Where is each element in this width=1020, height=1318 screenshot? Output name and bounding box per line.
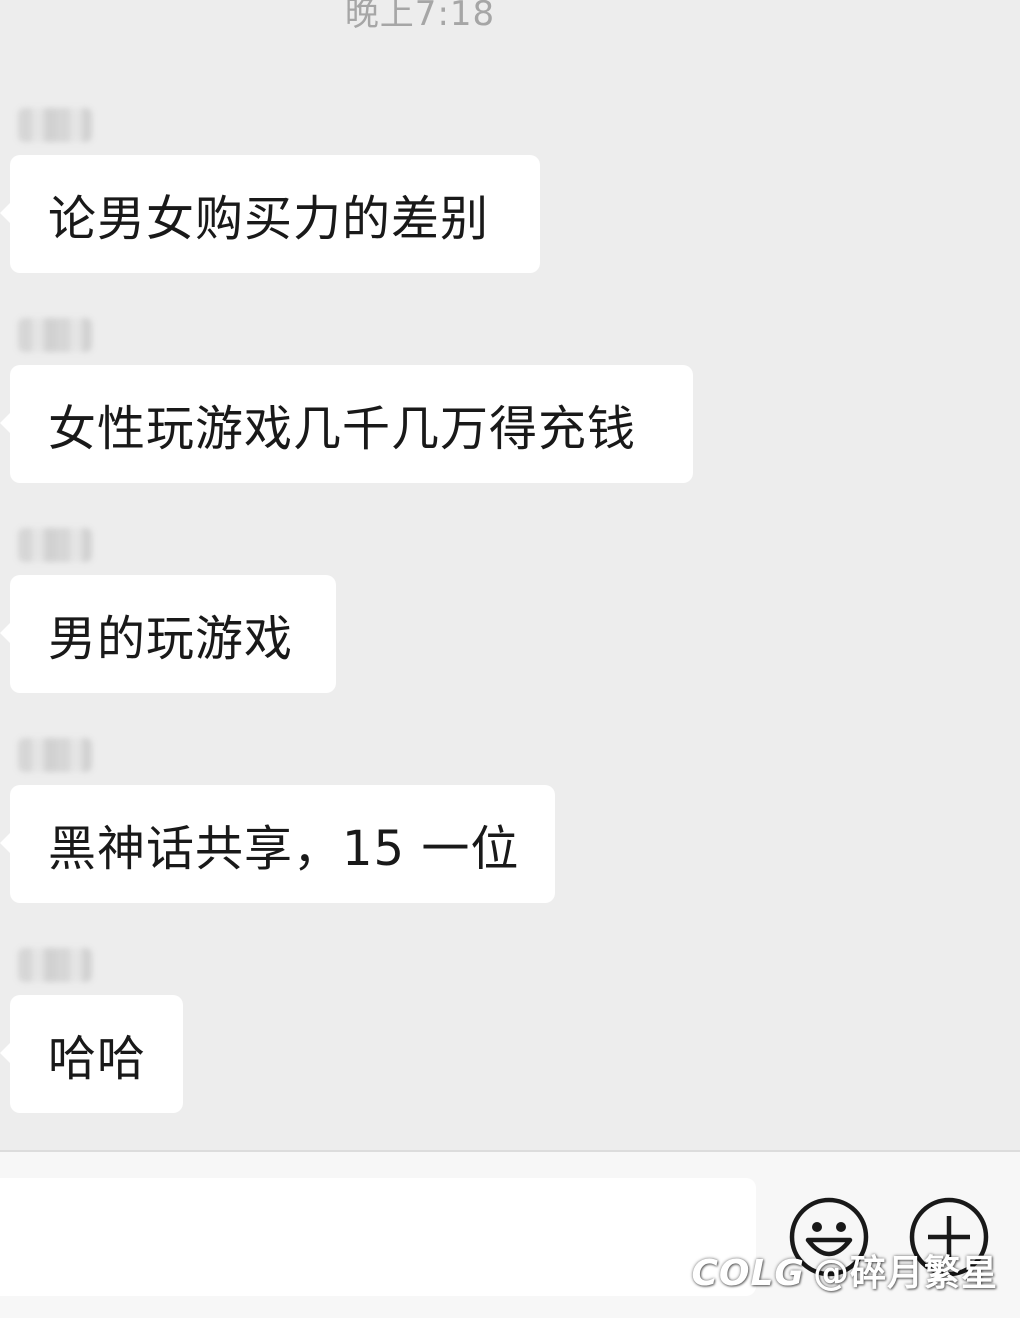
chat-screen: 晚上7:18 论男女购买力的差别 女性玩游戏几千几万得充钱 男的玩游戏 黑神话共… (0, 0, 1020, 1318)
message-text: 哈哈 (48, 1031, 147, 1087)
watermark-logo: COLG (691, 1253, 805, 1294)
message-bubble[interactable]: 女性玩游戏几千几万得充钱 (0, 365, 693, 483)
watermark-handle: @碎月繁星 (812, 1253, 998, 1294)
message-bubble[interactable]: 哈哈 (0, 995, 183, 1113)
message-text: 女性玩游戏几千几万得充钱 (48, 401, 637, 457)
message-text: 黑神话共享，15 一位 (48, 821, 520, 877)
message-bubble[interactable]: 论男女购买力的差别 (0, 155, 540, 273)
message-bubble[interactable]: 黑神话共享，15 一位 (0, 785, 555, 903)
message-bubble[interactable]: 男的玩游戏 (0, 575, 336, 693)
watermark: COLG @碎月繁星 (691, 1244, 998, 1296)
message-text: 论男女购买力的差别 (48, 191, 490, 247)
sender-name-blurred (18, 738, 92, 772)
message-input[interactable] (0, 1178, 756, 1296)
sender-name-blurred (18, 528, 92, 562)
sender-name-blurred (18, 318, 92, 352)
sender-name-blurred (18, 948, 92, 982)
sender-name-blurred (18, 108, 92, 142)
message-timestamp: 晚上7:18 (344, 0, 496, 34)
message-text: 男的玩游戏 (48, 611, 294, 667)
